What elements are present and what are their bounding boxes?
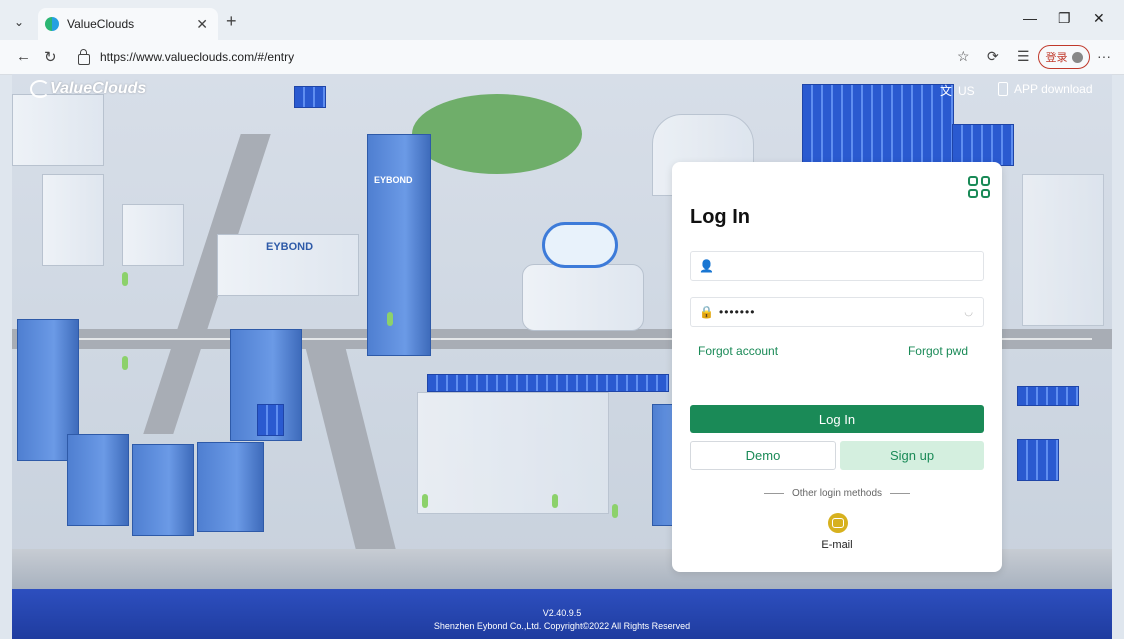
tree xyxy=(612,504,618,518)
copyright-text: Shenzhen Eybond Co.,Ltd. Copyright©2022 … xyxy=(433,621,691,631)
close-tab-icon[interactable]: ✕ xyxy=(196,16,208,33)
tree xyxy=(422,494,428,508)
language-switch[interactable]: 文 US xyxy=(940,82,975,99)
translate-icon: 文 xyxy=(940,84,953,98)
browser-tab[interactable]: ValueClouds ✕ xyxy=(38,8,218,40)
browser-tab-bar: ⌄ ValueClouds ✕ + — ❐ ✕ xyxy=(0,0,1124,40)
lock-icon: 🔒 xyxy=(699,305,714,319)
solar-panel-small xyxy=(1017,439,1059,481)
favorites-list-icon[interactable]: ☰ xyxy=(1017,48,1030,65)
valueclouds-favicon-icon xyxy=(45,17,59,31)
url-text: https://www.valueclouds.com/#/entry xyxy=(100,50,295,64)
language-label: US xyxy=(958,83,975,98)
favorite-star-icon[interactable]: ☆ xyxy=(957,48,970,65)
hide-password-icon[interactable]: ◡ xyxy=(964,307,973,318)
email-icon[interactable] xyxy=(828,513,848,533)
refresh-icon[interactable]: ↻ xyxy=(44,48,57,66)
demo-button[interactable]: Demo xyxy=(690,441,836,470)
tree xyxy=(122,356,128,370)
eybond-tower: EYBOND xyxy=(367,134,431,356)
lock-icon xyxy=(78,48,90,65)
cloud-hub-building xyxy=(522,264,644,331)
version-text: V2.40.9.5 xyxy=(542,608,582,618)
eybond-building: EYBOND xyxy=(217,234,359,296)
app-download-label: APP download xyxy=(1014,82,1093,96)
browser-login-label: 登录 xyxy=(1045,52,1068,64)
login-card: Log In 👤 🔒 ◡ Forgot account Forgot pwd L… xyxy=(672,162,1002,572)
app-download-link[interactable]: APP download xyxy=(998,82,1093,96)
warehouse-building xyxy=(122,204,184,266)
solar-panel-small xyxy=(294,86,326,108)
apartment-building xyxy=(197,442,264,532)
profile-avatar-icon xyxy=(1071,51,1083,63)
silo-building xyxy=(12,94,104,166)
tree xyxy=(552,494,558,508)
solar-panel-field xyxy=(952,124,1014,166)
browser-login-button[interactable]: 登录 xyxy=(1038,45,1090,69)
login-button[interactable]: Log In xyxy=(690,405,984,433)
tab-title: ValueClouds xyxy=(67,17,135,31)
apartment-building xyxy=(67,434,129,526)
qr-code-icon[interactable] xyxy=(968,176,990,198)
transmission-tower xyxy=(1022,174,1104,326)
divider xyxy=(763,492,784,494)
building-sign: EYBOND xyxy=(266,241,314,253)
address-bar: ← ↻ https://www.valueclouds.com/#/entry … xyxy=(0,40,1124,75)
warehouse-building xyxy=(42,174,104,266)
url-field[interactable]: https://www.valueclouds.com/#/entry xyxy=(66,45,973,69)
green-field xyxy=(412,94,582,174)
username-input[interactable] xyxy=(717,258,983,274)
password-field[interactable]: 🔒 ◡ xyxy=(690,297,984,327)
forgot-account-link[interactable]: Forgot account xyxy=(698,344,778,358)
diagonal-road xyxy=(304,344,400,564)
solar-panel-field xyxy=(802,84,954,166)
user-icon: 👤 xyxy=(699,259,714,273)
solar-panel-row xyxy=(427,374,669,392)
new-tab-icon[interactable]: + xyxy=(226,11,237,32)
close-window-icon[interactable]: ✕ xyxy=(1093,10,1105,27)
password-input[interactable] xyxy=(717,304,965,320)
tower-sign: EYBOND xyxy=(374,175,413,185)
other-login-methods: Other login methods xyxy=(672,488,1002,499)
extensions-icon[interactable]: ⟳ xyxy=(987,48,999,65)
solar-panel-small xyxy=(257,404,284,436)
apartment-building xyxy=(132,444,194,536)
signup-button[interactable]: Sign up xyxy=(840,441,984,470)
tree xyxy=(387,312,393,326)
username-field[interactable]: 👤 xyxy=(690,251,984,281)
cloud-logo xyxy=(542,222,618,268)
parking-lot xyxy=(417,392,609,514)
valueclouds-logo-icon xyxy=(30,80,50,98)
email-login-label[interactable]: E-mail xyxy=(672,539,1002,551)
restore-icon[interactable]: ❐ xyxy=(1058,10,1071,27)
login-title: Log In xyxy=(690,206,750,228)
phone-icon xyxy=(998,82,1008,96)
tree xyxy=(122,272,128,286)
solar-panel-small xyxy=(1017,386,1079,406)
divider xyxy=(890,492,911,494)
forgot-password-link[interactable]: Forgot pwd xyxy=(908,344,968,358)
other-login-label: Other login methods xyxy=(791,488,883,499)
back-icon[interactable]: ← xyxy=(16,48,31,65)
brand-logo: ValueClouds xyxy=(50,80,147,97)
minimize-icon[interactable]: — xyxy=(1023,10,1037,26)
tab-list-icon[interactable]: ⌄ xyxy=(9,12,29,32)
more-options-icon[interactable]: ··· xyxy=(1097,48,1111,64)
